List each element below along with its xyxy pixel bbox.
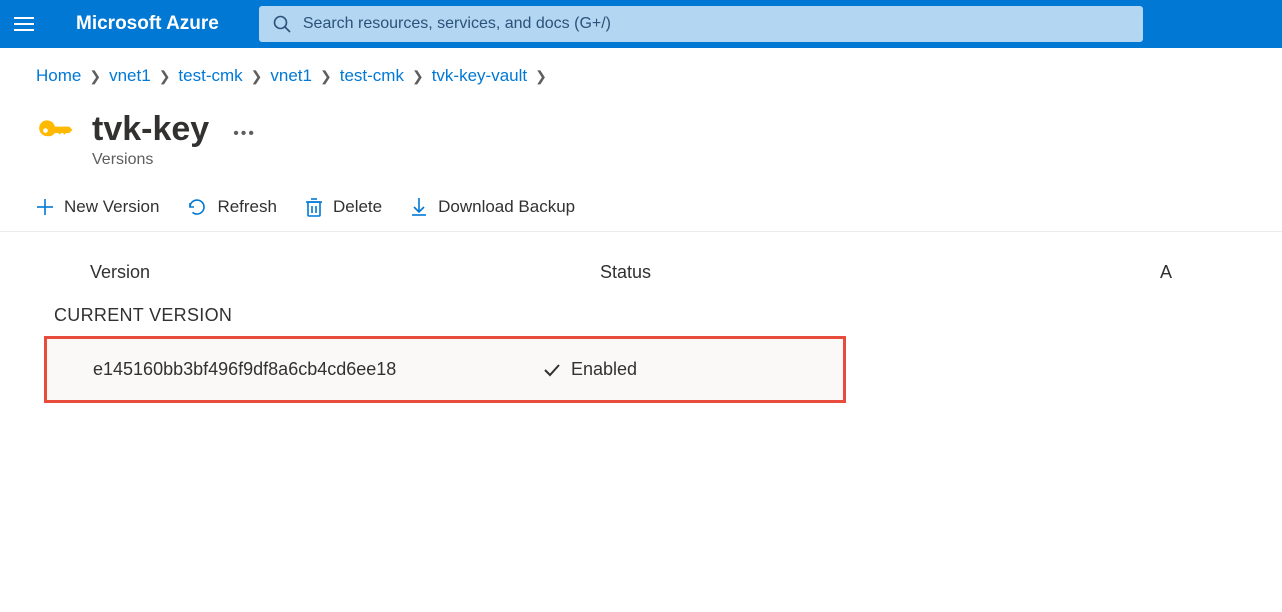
breadcrumb-test-cmk-2[interactable]: test-cmk — [340, 66, 404, 86]
breadcrumb-home[interactable]: Home — [36, 66, 81, 86]
hamburger-icon — [14, 16, 34, 32]
chevron-right-icon: ❯ — [535, 68, 547, 85]
title-group: tvk-key ••• Versions — [92, 110, 256, 169]
top-bar: Microsoft Azure — [0, 0, 1282, 48]
chevron-right-icon: ❯ — [320, 68, 332, 85]
search-box[interactable] — [259, 6, 1143, 42]
table-row[interactable]: e145160bb3bf496f9df8a6cb4cd6ee18 Enabled — [47, 339, 843, 400]
highlighted-row-container: e145160bb3bf496f9df8a6cb4cd6ee18 Enabled — [44, 336, 846, 403]
page-title: tvk-key — [92, 110, 209, 149]
column-header-extra[interactable]: A — [1160, 262, 1282, 283]
page-subtitle: Versions — [92, 151, 256, 169]
version-id-cell: e145160bb3bf496f9df8a6cb4cd6ee18 — [93, 359, 543, 380]
key-icon — [36, 114, 74, 157]
toolbar: New Version Refresh Delete Download Back… — [0, 169, 1282, 232]
chevron-right-icon: ❯ — [159, 68, 171, 85]
refresh-icon — [187, 197, 207, 217]
breadcrumb-vnet1-2[interactable]: vnet1 — [270, 66, 312, 86]
refresh-button[interactable]: Refresh — [187, 197, 277, 217]
table-area: Version Status A CURRENT VERSION e145160… — [0, 232, 1282, 403]
toolbar-label: New Version — [64, 197, 159, 217]
status-text: Enabled — [571, 359, 637, 380]
column-header-status[interactable]: Status — [600, 262, 1160, 283]
table-header-row: Version Status A — [36, 232, 1282, 299]
check-icon — [543, 363, 561, 377]
hamburger-menu-button[interactable] — [0, 0, 48, 48]
toolbar-label: Refresh — [217, 197, 277, 217]
page-header: tvk-key ••• Versions — [0, 86, 1282, 169]
new-version-button[interactable]: New Version — [36, 197, 159, 217]
status-cell: Enabled — [543, 359, 637, 380]
delete-button[interactable]: Delete — [305, 197, 382, 217]
chevron-right-icon: ❯ — [412, 68, 424, 85]
download-backup-button[interactable]: Download Backup — [410, 197, 575, 217]
download-icon — [410, 197, 428, 217]
search-input[interactable] — [303, 15, 1129, 33]
brand-logo[interactable]: Microsoft Azure — [48, 13, 259, 35]
column-header-version[interactable]: Version — [90, 262, 600, 283]
search-container — [259, 0, 1159, 48]
plus-icon — [36, 198, 54, 216]
breadcrumb-key-vault[interactable]: tvk-key-vault — [432, 66, 527, 86]
section-label-current: CURRENT VERSION — [36, 299, 1282, 336]
toolbar-label: Delete — [333, 197, 382, 217]
toolbar-label: Download Backup — [438, 197, 575, 217]
breadcrumb-vnet1-1[interactable]: vnet1 — [109, 66, 151, 86]
chevron-right-icon: ❯ — [251, 68, 263, 85]
breadcrumb-test-cmk-1[interactable]: test-cmk — [178, 66, 242, 86]
breadcrumb: Home ❯ vnet1 ❯ test-cmk ❯ vnet1 ❯ test-c… — [0, 48, 1282, 86]
more-actions-button[interactable]: ••• — [233, 125, 256, 143]
trash-icon — [305, 197, 323, 217]
search-icon — [273, 15, 291, 33]
chevron-right-icon: ❯ — [89, 68, 101, 85]
